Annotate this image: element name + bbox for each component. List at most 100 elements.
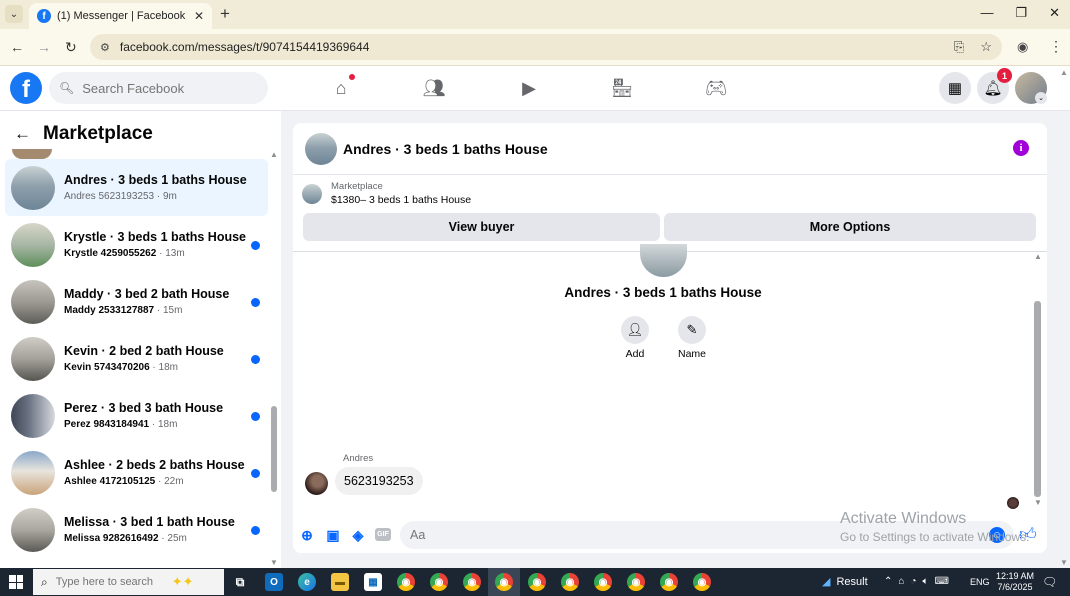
conversation-item[interactable]: Maddy · 3 bed 2 bath House Maddy 2533127… xyxy=(5,273,268,330)
site-settings-icon[interactable]: ⚙ xyxy=(100,41,110,54)
conversation-subtitle: Andres 5623193253 · 9m xyxy=(64,191,177,202)
chrome-icon[interactable]: ◉ xyxy=(430,573,448,591)
tray-volume-icon[interactable]: 🔈︎ xyxy=(922,576,928,587)
store-icon[interactable]: ▦ xyxy=(364,573,382,591)
action-center-icon[interactable]: 🗨︎ xyxy=(1042,575,1057,589)
address-bar[interactable]: ⚙ facebook.com/messages/t/90741544193696… xyxy=(90,34,1002,60)
browser-menu-icon[interactable]: ⋮ xyxy=(1049,38,1063,55)
view-buyer-button[interactable]: View buyer xyxy=(303,213,660,241)
chrome-icon[interactable]: ◉ xyxy=(594,573,612,591)
back-arrow-icon[interactable]: ← xyxy=(10,39,24,55)
page-scroll-up-arrow-icon[interactable]: ▲ xyxy=(1060,68,1068,77)
browser-tab-strip: ⌄ f (1) Messenger | Facebook ✕ + — ❐ ✕ xyxy=(0,0,1070,29)
new-tab-icon[interactable]: + xyxy=(220,4,230,24)
sidebar-scrollbar[interactable] xyxy=(271,406,277,492)
forward-arrow-icon[interactable]: → xyxy=(37,39,51,55)
sticker-icon[interactable]: ◈ xyxy=(349,526,367,544)
gaming-icon[interactable]: 🎮︎ xyxy=(704,76,728,100)
chrome-icon[interactable]: ◉ xyxy=(528,573,546,591)
minimize-icon[interactable]: — xyxy=(980,5,993,21)
tray-wifi-icon[interactable]: ◔ xyxy=(910,576,916,587)
tray-network-icon[interactable]: ⌂ xyxy=(898,576,904,587)
page-scroll-down-arrow-icon[interactable]: ▼ xyxy=(1060,558,1068,567)
windows-start-icon[interactable] xyxy=(9,575,23,589)
facebook-logo-icon[interactable]: f xyxy=(10,72,42,104)
outlook-icon[interactable]: O xyxy=(265,573,283,591)
chat-house-thumbnail[interactable] xyxy=(305,132,337,165)
message-bubble[interactable]: 5623193253 xyxy=(335,467,423,495)
scroll-up-arrow-icon[interactable]: ▲ xyxy=(270,150,278,159)
chrome-icon[interactable]: ◉ xyxy=(627,573,645,591)
conversation-item[interactable]: Krystle · 3 beds 1 baths House Krystle 4… xyxy=(5,216,268,273)
chat-title[interactable]: Andres · 3 beds 1 baths House xyxy=(343,141,548,157)
facebook-favicon-icon: f xyxy=(37,9,51,23)
scroll-up-arrow-icon[interactable]: ▲ xyxy=(1034,252,1042,261)
taskbar-clock[interactable]: 12:19 AM 7/6/2025 xyxy=(996,571,1034,593)
conversation-item[interactable]: Perez · 3 bed 3 bath House Perez 9843184… xyxy=(5,387,268,444)
tray-keyboard-icon[interactable]: ⌨ xyxy=(934,576,948,587)
unread-dot xyxy=(251,469,260,478)
conversation-item[interactable]: Ashlee · 2 beds 2 baths House Ashlee 417… xyxy=(5,444,268,501)
name-label: Name xyxy=(677,348,706,360)
taskbar-search-input[interactable] xyxy=(55,576,166,588)
chrome-icon[interactable]: ◉ xyxy=(397,573,415,591)
url-text[interactable]: facebook.com/messages/t/9074154419369644 xyxy=(120,40,938,54)
bookmark-star-icon[interactable]: ☆ xyxy=(980,39,992,55)
facebook-search[interactable]: 🔍︎ xyxy=(49,72,268,104)
more-options-button[interactable]: More Options xyxy=(664,213,1036,241)
chat-scrollbar[interactable] xyxy=(1034,301,1041,497)
marketplace-listing[interactable]: Marketplace $1380– 3 beds 1 baths House xyxy=(302,181,471,206)
restore-icon[interactable]: ❐ xyxy=(1015,5,1027,21)
chat-header: Andres · 3 beds 1 baths House i xyxy=(293,123,1047,175)
friends-icon[interactable]: 👥︎ xyxy=(422,76,446,100)
conversation-subtitle: Krystle 4259055262 · 13m xyxy=(64,248,185,259)
tray-chevron-up-icon[interactable]: ⌃ xyxy=(884,576,892,587)
marketplace-icon[interactable]: 🏪︎ xyxy=(610,76,634,100)
reload-icon[interactable]: ↻ xyxy=(65,39,77,56)
menu-grid-icon[interactable]: ▦ xyxy=(939,72,971,104)
attach-photo-icon[interactable]: ▣ xyxy=(324,526,342,544)
chevron-down-icon[interactable]: ⌄ xyxy=(1035,92,1047,104)
install-app-icon[interactable]: ⎘ xyxy=(954,39,964,55)
chrome-icon[interactable]: ◉ xyxy=(561,573,579,591)
chrome-icon[interactable]: ◉ xyxy=(693,573,711,591)
scroll-down-arrow-icon[interactable]: ▼ xyxy=(270,558,278,567)
sidebar-title: Marketplace xyxy=(43,123,153,144)
system-tray: ⌃ ⌂ ◔ 🔈︎ ⌨ xyxy=(884,576,949,587)
search-icon: 🔍︎ xyxy=(59,81,75,95)
marketplace-sidebar: ← Marketplace ▲ Andres · 3 beds 1 baths … xyxy=(0,111,281,568)
unread-dot xyxy=(251,412,260,421)
info-icon[interactable]: i xyxy=(1013,140,1029,156)
language-indicator[interactable]: ENG xyxy=(970,577,990,587)
task-view-icon[interactable]: ⧉ xyxy=(231,573,249,591)
close-window-icon[interactable]: ✕ xyxy=(1049,5,1060,21)
chrome-icon[interactable]: ◉ xyxy=(463,573,481,591)
file-explorer-icon[interactable]: ▬ xyxy=(331,573,349,591)
tab-search-dropdown-icon[interactable]: ⌄ xyxy=(5,5,23,23)
conversation-item[interactable]: Melissa · 3 bed 1 bath House Melissa 928… xyxy=(5,501,268,558)
add-person-icon[interactable]: 👤︎ xyxy=(621,316,649,344)
close-tab-icon[interactable]: ✕ xyxy=(194,9,204,23)
edge-icon[interactable]: e xyxy=(298,573,316,591)
back-arrow-icon[interactable]: ← xyxy=(14,124,31,144)
gif-icon[interactable]: GIF xyxy=(375,528,391,541)
taskbar-search[interactable]: ⌕ ✦✦ xyxy=(33,569,224,595)
chrome-icon[interactable]: ◉ xyxy=(660,573,678,591)
browser-tab[interactable]: f (1) Messenger | Facebook ✕ xyxy=(29,3,212,29)
scroll-down-arrow-icon[interactable]: ▼ xyxy=(1034,498,1042,507)
conversation-item[interactable]: Kevin · 2 bed 2 bath House Kevin 5743470… xyxy=(5,330,268,387)
chrome-icon[interactable]: ◉ xyxy=(495,573,513,591)
more-actions-plus-icon[interactable]: ⊕ xyxy=(298,526,316,544)
edit-pencil-icon[interactable]: ✎ xyxy=(678,316,706,344)
notification-badge: 1 xyxy=(997,68,1012,83)
home-icon[interactable]: ⌂ xyxy=(329,74,355,100)
conversation-item[interactable]: Andres · 3 beds 1 baths House Andres 562… xyxy=(5,159,268,216)
sender-avatar[interactable] xyxy=(305,472,328,495)
taskbar-widget[interactable]: ◢ Result xyxy=(822,575,868,589)
search-icon: ⌕ xyxy=(41,574,48,589)
video-icon[interactable]: ▶ xyxy=(517,76,541,100)
tab-title: (1) Messenger | Facebook xyxy=(57,10,186,22)
facebook-search-input[interactable] xyxy=(82,80,253,96)
clock-time: 12:19 AM xyxy=(996,571,1035,581)
profile-icon[interactable]: ◉ xyxy=(1017,39,1028,55)
